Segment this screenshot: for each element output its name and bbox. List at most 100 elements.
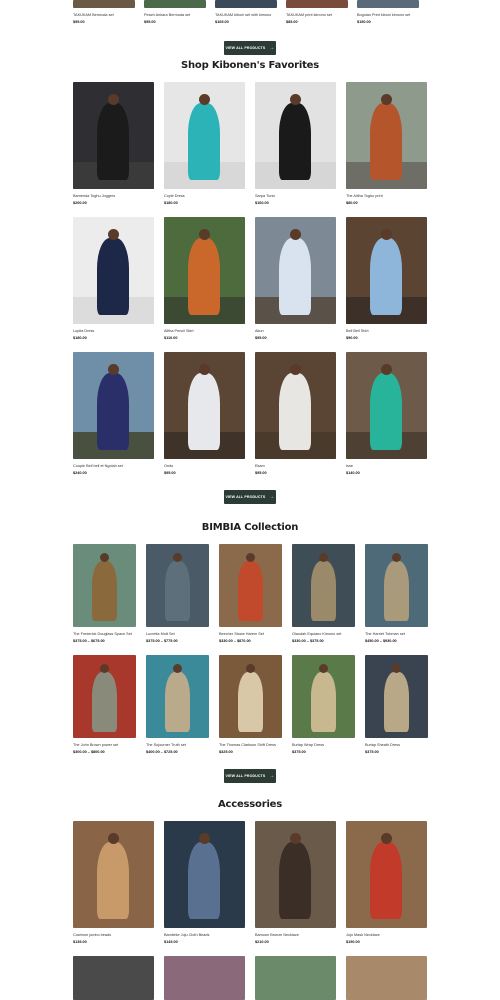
product-image[interactable] <box>215 0 277 8</box>
product-card[interactable]: Burlap Sheath Dress $375.00 <box>365 655 428 755</box>
product-name[interactable]: Alitha Pencil Skirt <box>164 329 245 334</box>
product-name[interactable]: Couple Bell bell et Ngolah set <box>73 464 154 469</box>
product-card[interactable] <box>346 956 427 1000</box>
product-image[interactable] <box>164 821 245 928</box>
product-image[interactable] <box>292 544 355 627</box>
product-name[interactable]: Lupita Dress <box>73 329 154 334</box>
product-name[interactable]: TAKUKAM print kimono set <box>286 13 348 18</box>
product-image[interactable] <box>346 956 427 1000</box>
product-card[interactable]: The Sojourner Truth set $400.00 – $725.00 <box>146 655 209 755</box>
product-name[interactable]: TAKUKAM kiboni set with kimono <box>215 13 277 18</box>
product-name[interactable]: The Thomas Clarkson Shift Dress <box>219 743 282 748</box>
product-image[interactable] <box>346 82 427 189</box>
product-image[interactable] <box>73 82 154 189</box>
product-card[interactable]: Couple Bell bell et Ngolah set $240.00 <box>73 352 154 476</box>
product-image[interactable] <box>73 0 135 8</box>
product-card[interactable]: TAKUKAM kiboni set with kimono $165.00 <box>215 0 277 25</box>
product-name[interactable]: Olaudah Equiano Kimono set <box>292 632 355 637</box>
product-name[interactable]: Coyle Dress <box>164 194 245 199</box>
product-card[interactable]: Peach Ankara Bermuda set $95.00 <box>144 0 206 25</box>
product-name[interactable]: Akun <box>255 329 336 334</box>
product-image[interactable] <box>164 352 245 459</box>
product-card[interactable]: The John Brown power set $300.00 – $800.0… <box>73 655 136 755</box>
product-card[interactable] <box>164 956 245 1000</box>
product-image[interactable] <box>346 217 427 324</box>
product-card[interactable]: Akun $95.00 <box>255 217 336 341</box>
product-card[interactable]: The Frederick Douglass Space Set $375.00 … <box>73 544 136 644</box>
product-image[interactable] <box>164 217 245 324</box>
product-card[interactable]: The Harriet Tubman set $450.00 – $930.00 <box>365 544 428 644</box>
product-card[interactable]: Juju Mask Necklace $190.00 <box>346 821 427 945</box>
product-image[interactable] <box>346 821 427 928</box>
product-name[interactable]: Bamenda Toghu Joggers <box>73 194 154 199</box>
product-name[interactable]: The Alitha Toghu print <box>346 194 427 199</box>
product-card[interactable] <box>73 956 154 1000</box>
product-card[interactable]: Coyle Dress $180.00 <box>164 82 245 206</box>
product-name[interactable]: The Sojourner Truth set <box>146 743 209 748</box>
product-name[interactable]: Peach Ankara Bermuda set <box>144 13 206 18</box>
product-image[interactable] <box>73 544 136 627</box>
product-image[interactable] <box>357 0 419 8</box>
product-image[interactable] <box>73 352 154 459</box>
view-all-products-button[interactable]: VIEW ALL PRODUCTS → <box>224 41 276 55</box>
product-card[interactable]: The Alitha Toghu print $80.00 <box>346 82 427 206</box>
product-card[interactable]: TAKUKAM Bermuda set $95.00 <box>73 0 135 25</box>
product-name[interactable]: TAKUKAM Bermuda set <box>73 13 135 18</box>
product-image[interactable] <box>73 821 154 928</box>
product-card[interactable]: Ondo $95.00 <box>164 352 245 476</box>
product-image[interactable] <box>292 655 355 738</box>
product-name[interactable]: Isse <box>346 464 427 469</box>
product-image[interactable] <box>146 544 209 627</box>
product-card[interactable]: Olaudah Equiano Kimono set $330.00 – $375… <box>292 544 355 644</box>
product-name[interactable]: Juju Mask Necklace <box>346 933 427 938</box>
product-name[interactable]: Ekam <box>255 464 336 469</box>
product-image[interactable] <box>73 956 154 1000</box>
product-name[interactable]: Beecher Stowe Harem Set <box>219 632 282 637</box>
product-image[interactable] <box>286 0 348 8</box>
product-card[interactable]: Ekam $95.00 <box>255 352 336 476</box>
view-all-products-button[interactable]: VIEW ALL PRODUCTS → <box>224 769 276 783</box>
product-name[interactable]: Sarpa Tunic <box>255 194 336 199</box>
product-name[interactable]: Ondo <box>164 464 245 469</box>
product-name[interactable]: The John Brown power set <box>73 743 136 748</box>
product-name[interactable]: The Harriet Tubman set <box>365 632 428 637</box>
product-name[interactable]: Lucretia Mott Set <box>146 632 209 637</box>
product-card[interactable]: Bamenda Toghu Joggers $200.00 <box>73 82 154 206</box>
product-card[interactable]: Alitha Pencil Skirt $110.00 <box>164 217 245 341</box>
product-name[interactable]: Bamileke Juju Cloth Beads <box>164 933 245 938</box>
product-card[interactable]: Lupita Dress $180.00 <box>73 217 154 341</box>
product-image[interactable] <box>219 655 282 738</box>
product-card[interactable]: Bogolan Print kiboni kimono set $150.00 <box>357 0 419 25</box>
product-name[interactable]: Bamoun Bronze Necklace <box>255 933 336 938</box>
product-name[interactable]: Bogolan Print kiboni kimono set <box>357 13 419 18</box>
product-card[interactable]: Cowhorn jumbo beads $135.00 <box>73 821 154 945</box>
product-image[interactable] <box>73 655 136 738</box>
product-name[interactable]: Bell Bell Shirt <box>346 329 427 334</box>
product-name[interactable]: Burlap Sheath Dress <box>365 743 428 748</box>
product-image[interactable] <box>255 82 336 189</box>
product-card[interactable]: Isse $140.00 <box>346 352 427 476</box>
product-card[interactable]: The Thomas Clarkson Shift Dress $325.00 <box>219 655 282 755</box>
product-card[interactable]: Beecher Stowe Harem Set $330.00 – $870.00 <box>219 544 282 644</box>
product-card[interactable]: Burlap Wrap Dress $375.00 <box>292 655 355 755</box>
product-card[interactable] <box>255 956 336 1000</box>
product-card[interactable]: TAKUKAM print kimono set $85.00 <box>286 0 348 25</box>
product-name[interactable]: Burlap Wrap Dress <box>292 743 355 748</box>
product-card[interactable]: Sarpa Tunic $160.00 <box>255 82 336 206</box>
product-image[interactable] <box>346 352 427 459</box>
product-image[interactable] <box>144 0 206 8</box>
product-image[interactable] <box>73 217 154 324</box>
product-image[interactable] <box>164 82 245 189</box>
product-image[interactable] <box>164 956 245 1000</box>
view-all-products-button[interactable]: VIEW ALL PRODUCTS → <box>224 490 276 504</box>
product-name[interactable]: Cowhorn jumbo beads <box>73 933 154 938</box>
product-image[interactable] <box>219 544 282 627</box>
product-image[interactable] <box>365 544 428 627</box>
product-image[interactable] <box>146 655 209 738</box>
product-card[interactable]: Bamoun Bronze Necklace $210.00 <box>255 821 336 945</box>
product-image[interactable] <box>255 217 336 324</box>
product-image[interactable] <box>255 352 336 459</box>
product-card[interactable]: Bell Bell Shirt $90.00 <box>346 217 427 341</box>
product-card[interactable]: Bamileke Juju Cloth Beads $145.00 <box>164 821 245 945</box>
product-name[interactable]: The Frederick Douglass Space Set <box>73 632 136 637</box>
